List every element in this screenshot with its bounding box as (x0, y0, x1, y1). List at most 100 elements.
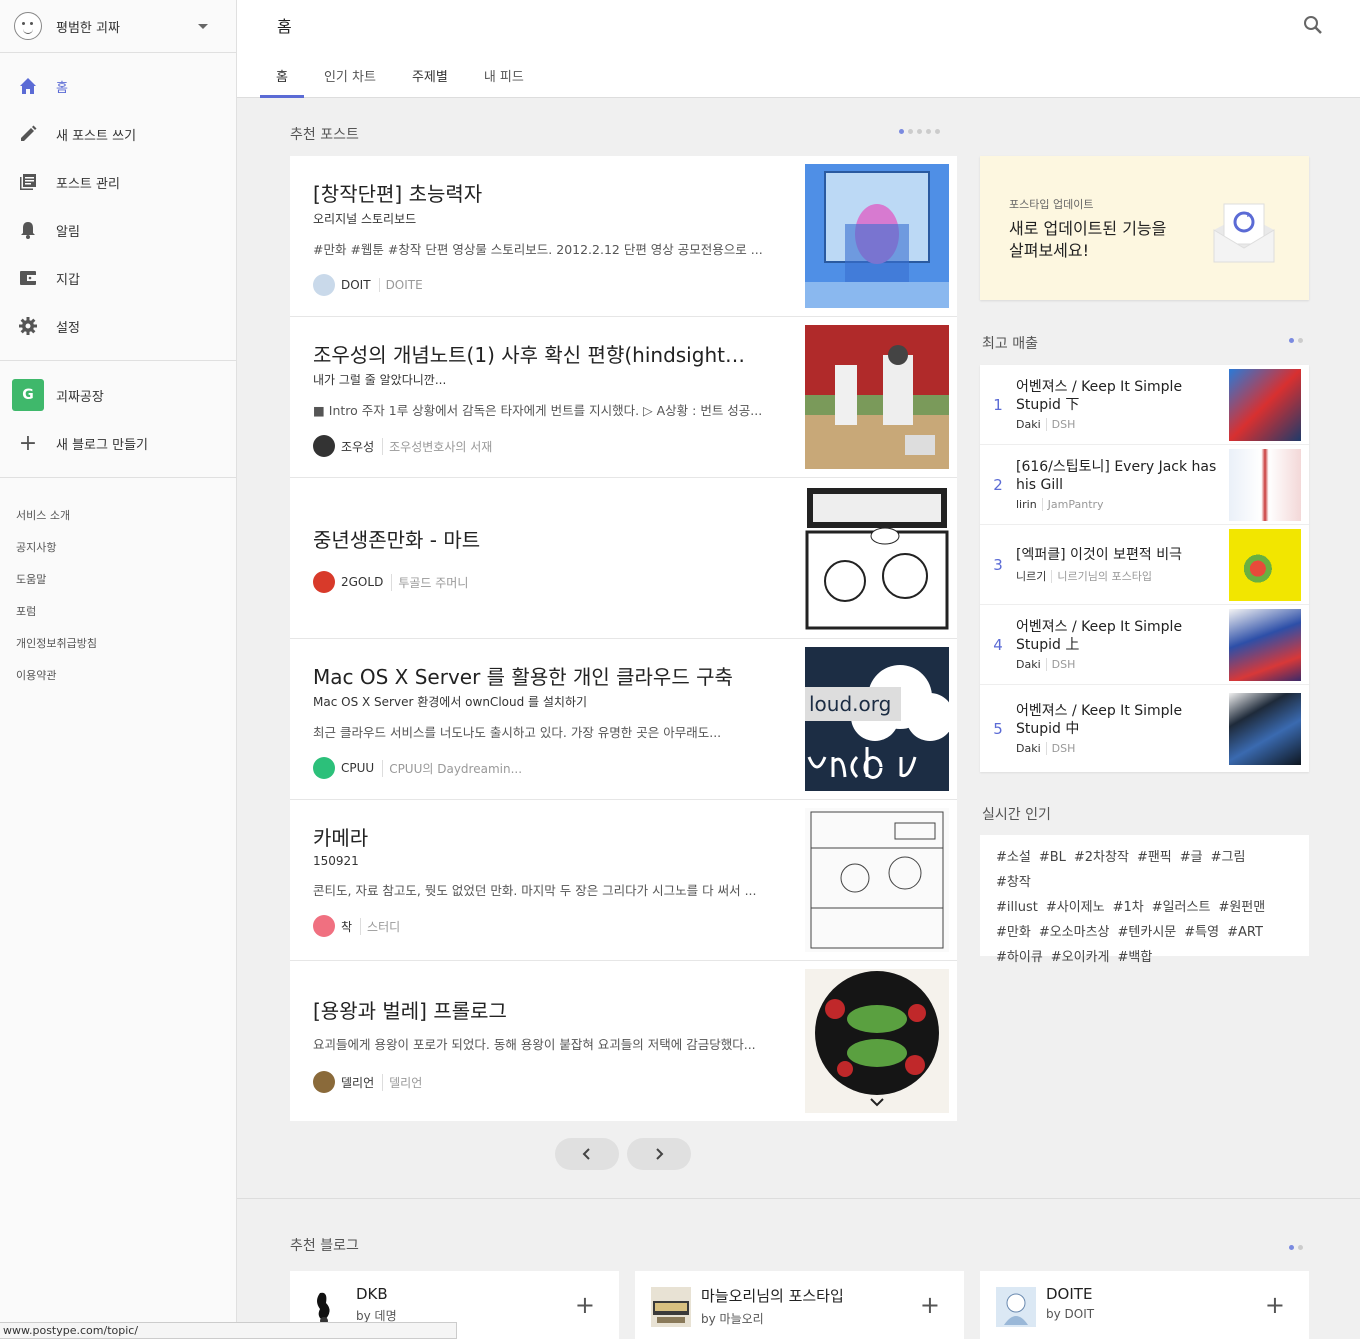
tag-link[interactable]: #오소마츠상 (1039, 920, 1110, 945)
nav-item-wallet[interactable]: 지갑 (0, 254, 236, 302)
post-author[interactable]: 착 (341, 918, 352, 935)
tag-link[interactable]: #사이제노 (1046, 895, 1105, 920)
post-thumbnail[interactable] (805, 969, 949, 1113)
tab-my-feed[interactable]: 내 피드 (468, 58, 540, 98)
footer-link-help[interactable]: 도움말 (16, 570, 236, 602)
post-card[interactable]: 조우성의 개념노트(1) 사후 확신 편향(hindsight… 내가 그럴 줄… (290, 317, 957, 478)
post-title[interactable]: [창작단편] 초능력자 (313, 178, 783, 207)
carousel-dot[interactable] (926, 129, 931, 134)
post-author[interactable]: 델리언 (341, 1074, 374, 1091)
post-title[interactable]: Mac OS X Server 를 활용한 개인 클라우드 구축 (313, 661, 783, 690)
update-banner[interactable]: 포스타입 업데이트 새로 업데이트된 기능을 살펴보세요! (980, 156, 1309, 300)
best-sales-item[interactable]: 1 어벤져스 / Keep It Simple Stupid 下 Daki DSH (980, 365, 1309, 445)
blog-card[interactable]: DOITE by DOIT + (980, 1271, 1309, 1339)
nav-item-notifications[interactable]: 알림 (0, 206, 236, 254)
tag-link[interactable]: #1차 (1113, 895, 1144, 920)
chevron-down-icon[interactable] (198, 23, 208, 29)
nav-item-manage-posts[interactable]: 포스트 관리 (0, 158, 236, 206)
post-thumbnail[interactable]: loud.org (805, 647, 949, 791)
post-blog[interactable]: CPUU의 Daydreamin... (382, 759, 522, 777)
carousel-dot[interactable] (1298, 338, 1303, 343)
tag-link[interactable]: #백합 (1118, 945, 1153, 970)
carousel-dot[interactable] (1298, 1245, 1303, 1250)
tag-link[interactable]: #특영 (1184, 920, 1219, 945)
search-icon[interactable] (1302, 14, 1324, 36)
post-blog[interactable]: 조우성변호사의 서재 (382, 437, 492, 455)
tag-link[interactable]: #텐카시문 (1118, 920, 1177, 945)
nav-item-settings[interactable]: 설정 (0, 302, 236, 350)
best-author: Daki (1016, 418, 1041, 431)
best-sales-item[interactable]: 5 어벤져스 / Keep It Simple Stupid 中 Daki DSH (980, 685, 1309, 772)
prev-button[interactable] (555, 1138, 619, 1170)
tag-link[interactable]: #BL (1039, 845, 1066, 870)
tag-link[interactable]: #2차창작 (1074, 845, 1129, 870)
post-author[interactable]: 조우성 (341, 438, 374, 455)
carousel-dot[interactable] (935, 129, 940, 134)
post-title[interactable]: 카메라 (313, 822, 783, 851)
home-icon (18, 76, 38, 96)
post-author[interactable]: CPUU (341, 761, 374, 775)
subscribe-plus-icon[interactable]: + (1265, 1293, 1285, 1317)
post-title[interactable]: 조우성의 개념노트(1) 사후 확신 편향(hindsight… (313, 339, 783, 368)
tag-link[interactable]: #팬픽 (1137, 845, 1172, 870)
carousel-dot[interactable] (1289, 1245, 1294, 1250)
post-thumbnail[interactable] (805, 325, 949, 469)
post-blog[interactable]: 델리언 (382, 1073, 422, 1091)
post-title[interactable]: 중년생존만화 - 마트 (313, 524, 783, 553)
post-author[interactable]: 2GOLD (341, 575, 383, 589)
tag-link[interactable]: #소설 (996, 845, 1031, 870)
post-author[interactable]: DOIT (341, 278, 371, 292)
post-card[interactable]: Mac OS X Server 를 활용한 개인 클라우드 구축 Mac OS … (290, 639, 957, 800)
nav-item-new-post[interactable]: 새 포스트 쓰기 (0, 110, 236, 158)
blog-owner: by 마늘오리 (701, 1312, 764, 1326)
footer-link-notice[interactable]: 공지사항 (16, 538, 236, 570)
post-card[interactable]: 카메라 150921 콘티도, 자료 참고도, 뭣도 없었던 만화. 마지막 두… (290, 800, 957, 961)
post-thumbnail[interactable] (805, 486, 949, 630)
subscribe-plus-icon[interactable]: + (575, 1293, 595, 1317)
best-sales-item[interactable]: 3 [엑퍼클] 이것이 보편적 비극 니르기 니르기님의 포스타입 (980, 525, 1309, 605)
best-sales-item[interactable]: 2 [616/스팁토니] Every Jack has his Gill lir… (980, 445, 1309, 525)
best-blog: DSH (1045, 658, 1076, 671)
recommended-posts-title: 추천 포스트 (290, 127, 359, 143)
blog-name: DOITE (1046, 1285, 1093, 1303)
tab-home[interactable]: 홈 (260, 58, 304, 98)
carousel-dot[interactable] (899, 129, 904, 134)
post-blog[interactable]: DOITE (378, 278, 423, 292)
post-thumbnail[interactable] (805, 808, 949, 952)
carousel-dot[interactable] (917, 129, 922, 134)
post-title[interactable]: [용왕과 벌레] 프롤로그 (313, 995, 783, 1024)
tag-link[interactable]: #원펀맨 (1218, 895, 1265, 920)
recommended-posts-list: [창작단편] 초능력자 오리지널 스토리보드 #만화 #웹툰 #창작 단편 영상… (290, 156, 957, 1121)
tab-topics[interactable]: 주제별 (396, 58, 464, 98)
tag-link[interactable]: #창작 (996, 870, 1031, 895)
footer-link-forum[interactable]: 포럼 (16, 602, 236, 634)
post-blog[interactable]: 투골드 주머니 (391, 573, 468, 591)
post-blog[interactable]: 스터디 (360, 917, 400, 935)
tag-link[interactable]: #illust (996, 895, 1038, 920)
tag-link[interactable]: #ART (1227, 920, 1263, 945)
carousel-dot[interactable] (1289, 338, 1294, 343)
blog-card[interactable]: 마늘오리님의 포스타입 by 마늘오리 + (635, 1271, 964, 1339)
tag-link[interactable]: #일러스트 (1152, 895, 1211, 920)
next-button[interactable] (627, 1138, 691, 1170)
tag-link[interactable]: #오이카게 (1051, 945, 1110, 970)
tag-link[interactable]: #글 (1180, 845, 1203, 870)
carousel-dot[interactable] (908, 129, 913, 134)
post-card[interactable]: [용왕과 벌레] 프롤로그 요괴들에게 용왕이 포로가 되었다. 동해 용왕이 … (290, 961, 957, 1121)
best-sales-item[interactable]: 4 어벤져스 / Keep It Simple Stupid 上 Daki DSH (980, 605, 1309, 685)
footer-link-privacy[interactable]: 개인정보취급방침 (16, 634, 236, 666)
new-blog-button[interactable]: + 새 블로그 만들기 (0, 419, 236, 467)
user-menu[interactable]: 평범한 괴짜 (0, 0, 236, 53)
nav-item-home[interactable]: 홈 (0, 62, 236, 110)
post-card[interactable]: [창작단편] 초능력자 오리지널 스토리보드 #만화 #웹툰 #창작 단편 영상… (290, 156, 957, 317)
my-blog-item[interactable]: G 괴짜공장 (0, 371, 236, 419)
tag-link[interactable]: #그림 (1211, 845, 1246, 870)
tag-link[interactable]: #만화 (996, 920, 1031, 945)
tab-popular-chart[interactable]: 인기 차트 (308, 58, 392, 98)
post-card[interactable]: 중년생존만화 - 마트 2GOLD 투골드 주머니 (290, 478, 957, 639)
tag-link[interactable]: #하이큐 (996, 945, 1043, 970)
footer-link-about[interactable]: 서비스 소개 (16, 506, 236, 538)
footer-link-terms[interactable]: 이용약관 (16, 666, 236, 698)
post-thumbnail[interactable] (805, 164, 949, 308)
subscribe-plus-icon[interactable]: + (920, 1293, 940, 1317)
